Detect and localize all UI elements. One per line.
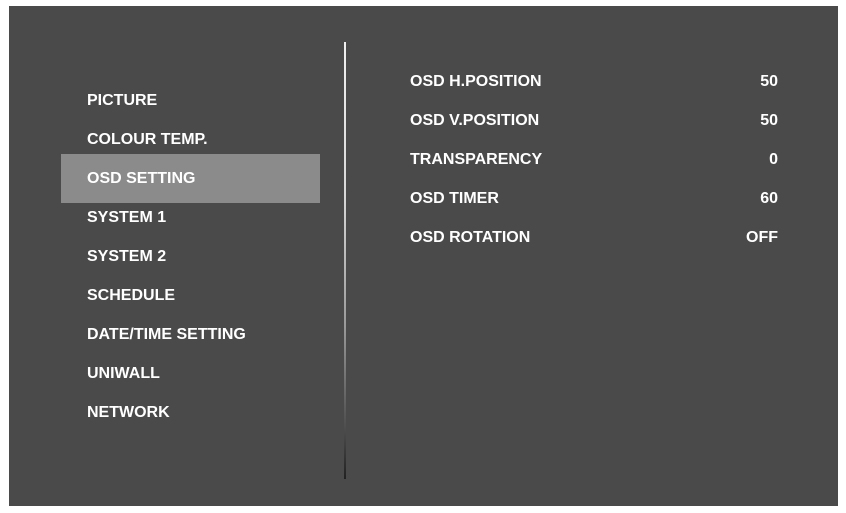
setting-label: OSD V.POSITION <box>410 112 540 129</box>
setting-label: OSD TIMER <box>410 190 499 207</box>
setting-label: OSD H.POSITION <box>410 73 542 90</box>
setting-row-osd-timer[interactable]: OSD TIMER 60 <box>410 179 778 218</box>
setting-label: TRANSPARENCY <box>410 151 543 168</box>
setting-value: OFF <box>746 229 778 246</box>
setting-row-osd-rotation[interactable]: OSD ROTATION OFF <box>410 218 778 257</box>
menu-item-network[interactable]: NETWORK <box>61 388 320 437</box>
osd-menu-screen: PICTURE COLOUR TEMP. OSD SETTING SYSTEM … <box>9 6 838 506</box>
menu-divider <box>344 42 346 479</box>
setting-value: 50 <box>760 73 778 90</box>
setting-row-osd-h-position[interactable]: OSD H.POSITION 50 <box>410 62 778 101</box>
setting-label: OSD ROTATION <box>410 229 531 246</box>
setting-row-transparency[interactable]: TRANSPARENCY 0 <box>410 140 778 179</box>
setting-value: 0 <box>769 151 778 168</box>
setting-value: 50 <box>760 112 778 129</box>
setting-value: 60 <box>760 190 778 207</box>
setting-row-osd-v-position[interactable]: OSD V.POSITION 50 <box>410 101 778 140</box>
